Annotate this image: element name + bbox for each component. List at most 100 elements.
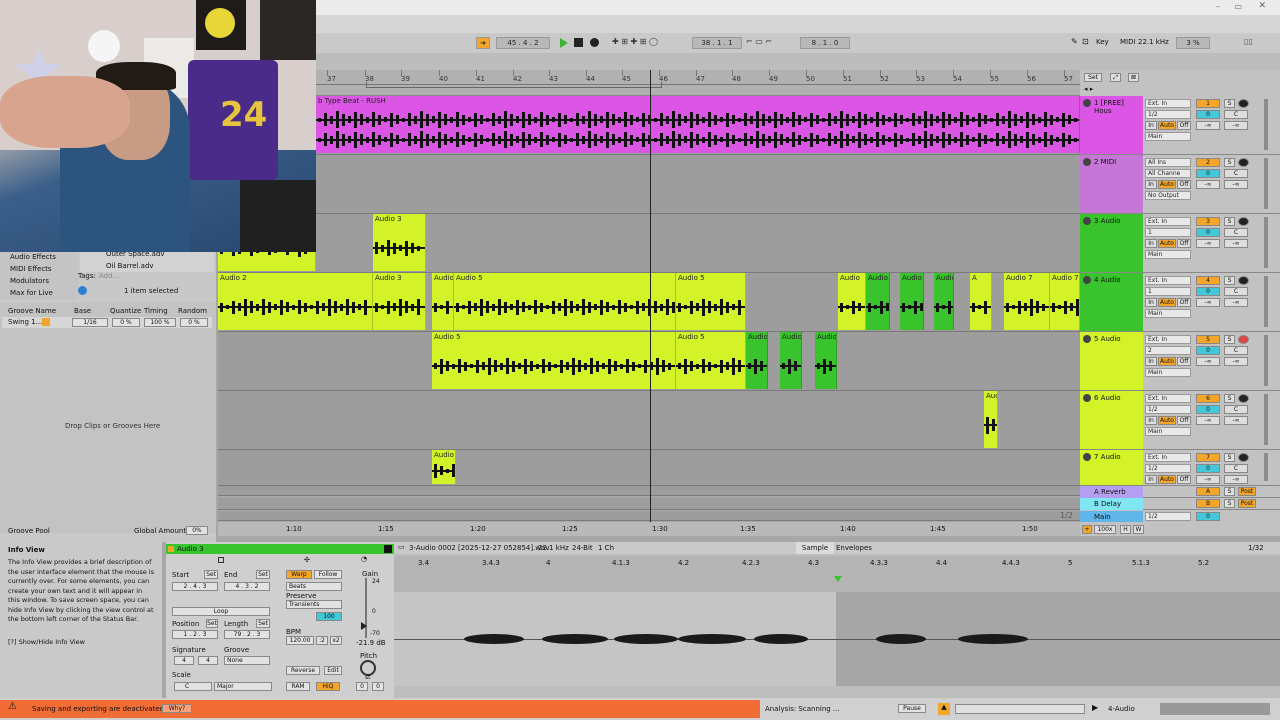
mapping-icon[interactable]: ⊡ [1082,37,1089,46]
clip-fold-icon[interactable]: ◔ [361,555,367,563]
track-lane[interactable] [218,155,1080,214]
fold-icon[interactable] [1083,394,1091,402]
return-activator[interactable]: B [1196,499,1220,508]
arrangement-clip[interactable]: Audio [934,273,954,330]
fold-icon[interactable] [1083,158,1091,166]
track-volume[interactable]: 0 [1196,346,1220,355]
start-marker-icon[interactable] [834,576,842,582]
scale-mode[interactable]: Major [214,682,272,691]
edit-button[interactable]: Edit [324,666,342,675]
arrangement-clip[interactable]: Audio [866,273,890,330]
warp-mode[interactable]: Beats [286,582,342,591]
arrangement-clip[interactable]: Audio 7 [1050,273,1080,330]
position-value[interactable]: 1 . 2 . 3 [172,630,218,639]
arrangement-clip[interactable]: Audio 5 [454,273,676,330]
track-send[interactable]: -∞ [1224,416,1248,425]
solo-button[interactable]: S [1224,276,1235,285]
return-name[interactable]: B Delay [1080,498,1143,510]
groove-select[interactable]: None [224,656,270,665]
fold-icon[interactable] [1083,276,1091,284]
minimize-icon[interactable]: – [1216,2,1220,11]
track-pan[interactable]: C [1224,287,1248,296]
arrangement-clip[interactable]: Audio [815,332,837,389]
monitor-off[interactable]: Off [1177,239,1191,248]
input-channel[interactable]: 2 [1145,346,1191,355]
return-track-header[interactable]: A Reverb A S Post [1080,486,1280,498]
input-type[interactable]: Ext. In [1145,217,1191,226]
arm-icon[interactable] [1238,217,1249,226]
w-button[interactable]: W [1133,525,1144,534]
arm-icon[interactable] [1238,99,1249,108]
return-lane[interactable] [218,498,1080,510]
loop-start[interactable]: 38 . 1 . 1 [692,37,742,49]
play-track-icon[interactable]: ▶ [1092,703,1098,712]
monitor-auto[interactable]: Auto [1158,475,1176,484]
clip-name[interactable]: Audio 3 [177,545,204,553]
record-icon[interactable] [590,38,599,47]
input-channel[interactable]: 1/2 [1145,405,1191,414]
solo-button[interactable]: S [1224,335,1235,344]
arrangement-clip[interactable]: Audio [432,450,456,484]
monitor-off[interactable]: Off [1177,475,1191,484]
monitor-auto[interactable]: Auto [1158,357,1176,366]
monitor-in[interactable]: In [1145,121,1157,130]
track-volume[interactable]: 0 [1196,228,1220,237]
track-activator[interactable]: 7 [1196,453,1220,462]
reverse-button[interactable]: Reverse [286,666,320,675]
follow-icon[interactable]: ➜ [476,37,490,49]
tags-add[interactable]: Add... [99,272,119,280]
arm-icon[interactable] [1238,335,1249,344]
main-channel[interactable]: 1/2 [1145,512,1191,521]
arm-icon[interactable] [1238,453,1249,462]
global-amount-value[interactable]: 0% [186,526,208,535]
input-channel[interactable]: 1/2 [1145,110,1191,119]
midi-map-button[interactable]: MIDI [1120,38,1136,46]
groove-row[interactable]: Swing 1... 1/16 0 % 100 % 0 % [2,317,212,328]
track-activator[interactable]: 4 [1196,276,1220,285]
info-toggle[interactable]: [?] Show/Hide Info View [8,638,85,646]
track-send[interactable]: -∞ [1196,239,1220,248]
solo-button[interactable]: S [1224,99,1235,108]
groove-base[interactable]: 1/16 [72,318,108,327]
monitor-in[interactable]: In [1145,180,1157,189]
monitor-off[interactable]: Off [1177,180,1191,189]
main-volume[interactable]: 0 [1196,512,1220,521]
track-header[interactable]: 2 MIDI All Ins All Channe In Auto Off No Outpu… [1080,155,1280,214]
time-ruler[interactable]: 1:10 1:15 1:20 1:25 1:30 1:35 1:40 1:45 1:50 [218,522,1080,536]
scale-root[interactable]: C [174,682,212,691]
transpose-value[interactable]: 0 [356,682,368,691]
solo-button[interactable]: S [1224,217,1235,226]
length-value[interactable]: 79 . 2 . 3 [224,630,270,639]
arm-icon[interactable] [1238,394,1249,403]
start-value[interactable]: 2 . 4 . 3 [172,582,218,591]
track-send[interactable]: -∞ [1196,416,1220,425]
fold-icon[interactable] [1083,453,1091,461]
locator-arrows-icon[interactable]: ◂ ▸ [1084,85,1093,93]
track-send[interactable]: -∞ [1196,180,1220,189]
track-pan[interactable]: C [1224,110,1248,119]
category-max-for-live[interactable]: Max for Live [10,289,53,297]
clip-launch-icon[interactable]: ✣ [304,556,310,564]
arrangement-clip[interactable]: Audio [900,273,924,330]
track-volume[interactable]: 0 [1196,110,1220,119]
arrangement-clip[interactable]: Audio [838,273,866,330]
return-name[interactable]: A Reverb [1080,486,1143,498]
arrangement-clip[interactable]: Audio [746,332,768,389]
monitor-auto[interactable]: Auto [1158,298,1176,307]
monitor-auto[interactable]: Auto [1158,180,1176,189]
track-pan[interactable]: C [1224,405,1248,414]
monitor-auto[interactable]: Auto [1158,121,1176,130]
expand-icon[interactable]: ⤢ [1110,73,1121,82]
track-header[interactable]: 1 [FREE] Hous Ext. In 1/2 In Auto Off Main 1 S 0 C… [1080,96,1280,155]
output-type[interactable]: Main [1145,309,1191,318]
send-mode[interactable]: Post [1238,499,1256,508]
arrangement-clip[interactable]: b Type Beat - RUSH [316,96,1080,153]
gain-handle-icon[interactable] [361,622,367,630]
follow-button[interactable]: Follow [314,570,342,579]
track-lane[interactable]: Audio [218,450,1080,486]
monitor-in[interactable]: In [1145,298,1157,307]
track-send[interactable]: -∞ [1196,357,1220,366]
track-send[interactable]: -∞ [1224,121,1248,130]
track-send[interactable]: -∞ [1196,475,1220,484]
output-type[interactable]: Main [1145,427,1191,436]
